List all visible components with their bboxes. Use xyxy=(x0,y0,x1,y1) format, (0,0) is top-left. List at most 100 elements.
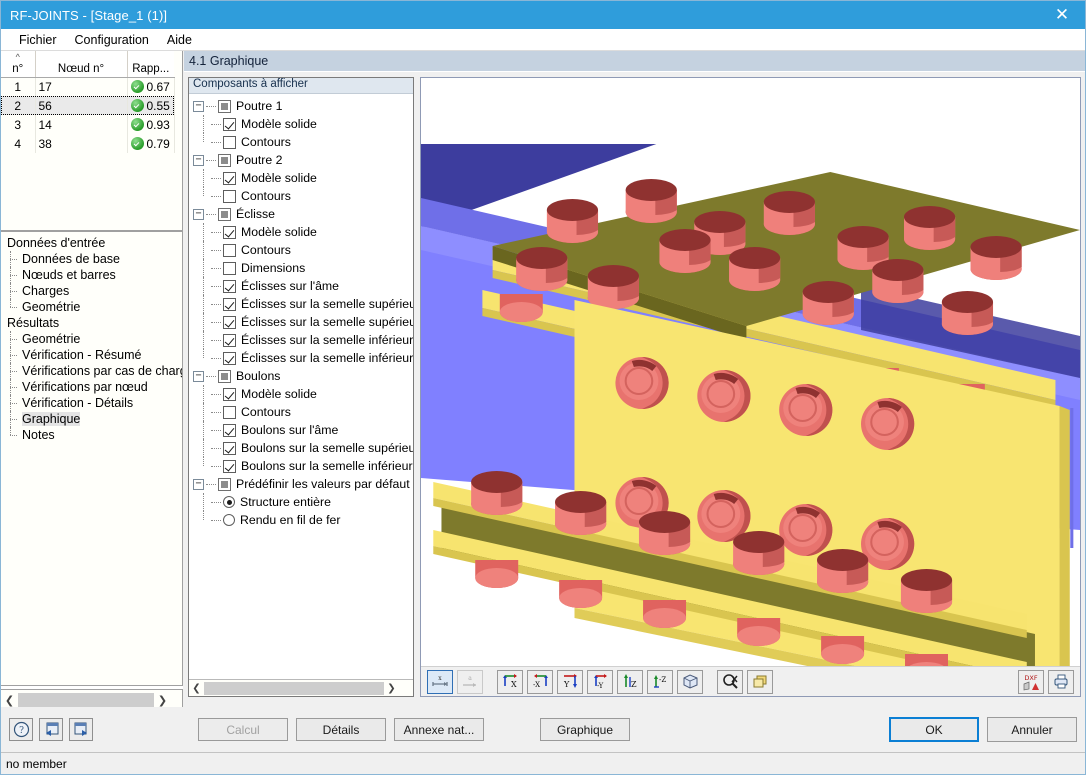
tree-group-checkbox[interactable] xyxy=(218,369,231,383)
isometric-view-icon[interactable] xyxy=(677,669,703,694)
view-x-icon[interactable]: X xyxy=(497,669,523,694)
tree-item-row[interactable]: Boulons sur l'âme xyxy=(189,421,413,439)
dimension-x-icon[interactable]: x xyxy=(427,669,453,694)
view-minus-y-icon[interactable]: -Y xyxy=(587,669,613,694)
sidebar-item-graphique[interactable]: Graphique xyxy=(10,411,182,427)
menu-item-configuration[interactable]: Configuration xyxy=(66,31,158,49)
tree-checkbox[interactable] xyxy=(223,315,236,329)
tree-group-checkbox[interactable] xyxy=(218,207,231,221)
tree-item-row[interactable]: Modèle solide xyxy=(189,223,413,241)
view-minus-z-icon[interactable]: -Z xyxy=(647,669,673,694)
tree-item-row[interactable]: Éclisses sur la semelle supérieur xyxy=(189,295,413,313)
tree-radio-button[interactable] xyxy=(223,496,235,508)
help-icon[interactable]: ? xyxy=(9,718,33,741)
components-tree-list[interactable]: − Poutre 1 Modèle solide Contours − Poutre 2 M… xyxy=(189,95,413,679)
column-header-ratio[interactable]: Rapp... xyxy=(127,51,174,78)
table-row[interactable]: 2 56 0.55 xyxy=(1,96,175,115)
sidebar-item-verifications-cas-charge[interactable]: Vérifications par cas de charge xyxy=(10,363,182,379)
cancel-button[interactable]: Annuler xyxy=(987,717,1077,742)
tree-group-row[interactable]: − Prédéfinir les valeurs par défaut xyxy=(189,475,413,493)
view-z-icon[interactable]: Z xyxy=(617,669,643,694)
tree-checkbox[interactable] xyxy=(223,297,236,311)
sidebar-item-verification-resume[interactable]: Vérification - Résumé xyxy=(10,347,182,363)
tree-item-row[interactable]: Éclisses sur la semelle inférieur xyxy=(189,331,413,349)
tree-checkbox[interactable] xyxy=(223,261,236,275)
scrollbar-thumb[interactable] xyxy=(18,692,154,708)
tree-expander-icon[interactable]: − xyxy=(193,370,204,382)
navigation-tree[interactable]: Données d'entrée Données de base Nœuds e… xyxy=(1,231,183,686)
calcul-button[interactable]: Calcul xyxy=(198,718,288,741)
3d-render-canvas[interactable] xyxy=(421,78,1080,666)
sidebar-item-charges[interactable]: Charges xyxy=(10,283,182,299)
tree-expander-icon[interactable]: − xyxy=(193,208,204,220)
dxf-export-icon[interactable]: DXF xyxy=(1018,669,1044,694)
nav-group-results[interactable]: Résultats xyxy=(3,315,182,331)
table-row[interactable]: 4 38 0.79 xyxy=(1,134,175,153)
details-button[interactable]: Détails xyxy=(296,718,386,741)
tree-item-row[interactable]: Structure entière xyxy=(189,493,413,511)
tree-item-row[interactable]: Boulons sur la semelle inférieur xyxy=(189,457,413,475)
tree-checkbox[interactable] xyxy=(223,171,236,185)
tree-checkbox[interactable] xyxy=(223,243,236,257)
tree-item-row[interactable]: Contours xyxy=(189,403,413,421)
tree-item-row[interactable]: Dimensions xyxy=(189,259,413,277)
tree-expander-icon[interactable]: − xyxy=(193,100,204,112)
tree-item-row[interactable]: Éclisses sur la semelle inférieur xyxy=(189,349,413,367)
sidebar-item-notes[interactable]: Notes xyxy=(10,427,182,443)
tree-checkbox[interactable] xyxy=(223,423,236,437)
components-tree-panel[interactable]: Composants à afficher − Poutre 1 Modèle so… xyxy=(188,77,414,697)
render-mode-icon[interactable] xyxy=(747,669,773,694)
graphique-button[interactable]: Graphique xyxy=(540,718,630,741)
tree-item-row[interactable]: Modèle solide xyxy=(189,115,413,133)
tree-radio-button[interactable] xyxy=(223,514,235,526)
scroll-right-icon[interactable]: ❯ xyxy=(384,681,399,696)
prev-panel-icon[interactable] xyxy=(39,718,63,741)
zoom-reset-icon[interactable] xyxy=(717,669,743,694)
sidebar-item-verifications-par-noeud[interactable]: Vérifications par nœud xyxy=(10,379,182,395)
tree-checkbox[interactable] xyxy=(223,405,236,419)
tree-horizontal-scrollbar[interactable]: ❮ ❯ xyxy=(189,679,413,696)
tree-expander-icon[interactable]: − xyxy=(193,478,204,490)
tree-item-row[interactable]: Contours xyxy=(189,241,413,259)
tree-checkbox[interactable] xyxy=(223,279,236,293)
sidebar-item-noeuds-et-barres[interactable]: Nœuds et barres xyxy=(10,267,182,283)
tree-group-row[interactable]: − Boulons xyxy=(189,367,413,385)
tree-group-checkbox[interactable] xyxy=(218,153,231,167)
tree-group-checkbox[interactable] xyxy=(218,99,231,113)
graphics-viewport[interactable]: x a X -X Y -Y Z -Z DXF xyxy=(420,77,1081,697)
tree-checkbox[interactable] xyxy=(223,387,236,401)
menu-item-fichier[interactable]: Fichier xyxy=(10,31,66,49)
table-row[interactable]: 3 14 0.93 xyxy=(1,115,175,134)
tree-checkbox[interactable] xyxy=(223,135,236,149)
sidebar-item-verification-details[interactable]: Vérification - Détails xyxy=(10,395,182,411)
tree-group-row[interactable]: − Éclisse xyxy=(189,205,413,223)
sidebar-item-geometrie-entree[interactable]: Geométrie xyxy=(10,299,182,315)
tree-item-row[interactable]: Éclisses sur la semelle supérieur xyxy=(189,313,413,331)
ok-button[interactable]: OK xyxy=(889,717,979,742)
tree-group-row[interactable]: − Poutre 2 xyxy=(189,151,413,169)
tree-checkbox[interactable] xyxy=(223,351,236,365)
tree-checkbox[interactable] xyxy=(223,459,236,473)
tree-item-row[interactable]: Modèle solide xyxy=(189,169,413,187)
tree-checkbox[interactable] xyxy=(223,333,236,347)
scrollbar-thumb[interactable] xyxy=(204,681,384,695)
menu-item-aide[interactable]: Aide xyxy=(158,31,201,49)
tree-group-row[interactable]: − Poutre 1 xyxy=(189,97,413,115)
annotation-icon[interactable]: a xyxy=(457,669,483,694)
tree-item-row[interactable]: Rendu en fil de fer xyxy=(189,511,413,529)
tree-expander-icon[interactable]: − xyxy=(193,154,204,166)
tree-item-row[interactable]: Contours xyxy=(189,133,413,151)
view-y-icon[interactable]: Y xyxy=(557,669,583,694)
joints-table[interactable]: ^ n° Nœud n° Rapp... 1 17 0.67 2 56 0.55… xyxy=(1,51,183,231)
tree-checkbox[interactable] xyxy=(223,117,236,131)
sidebar-item-geometrie[interactable]: Geométrie xyxy=(10,331,182,347)
tree-checkbox[interactable] xyxy=(223,189,236,203)
tree-group-checkbox[interactable] xyxy=(218,477,231,491)
table-row[interactable]: 1 17 0.67 xyxy=(1,77,175,96)
annexe-nationale-button[interactable]: Annexe nat... xyxy=(394,718,484,741)
view-minus-x-icon[interactable]: -X xyxy=(527,669,553,694)
next-panel-icon[interactable] xyxy=(69,718,93,741)
sidebar-item-donnees-de-base[interactable]: Données de base xyxy=(10,251,182,267)
column-header-number[interactable]: ^ n° xyxy=(1,51,36,78)
tree-checkbox[interactable] xyxy=(223,441,236,455)
